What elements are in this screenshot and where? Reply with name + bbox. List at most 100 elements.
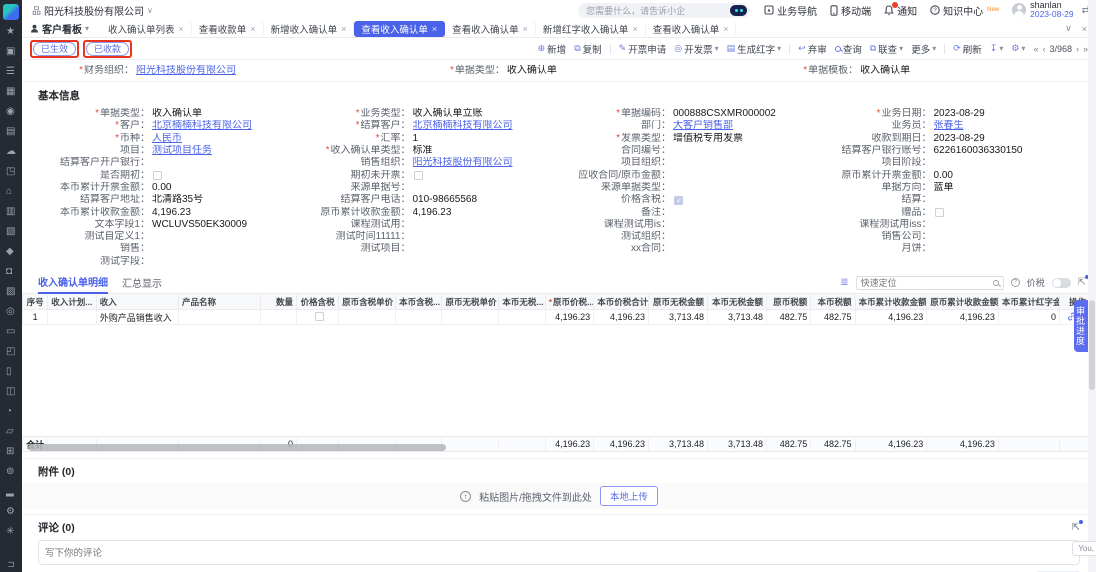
download[interactable]: ↧▾: [990, 43, 1004, 54]
tab-2[interactable]: 查看收款单×: [192, 21, 264, 37]
org-selector[interactable]: 品 阳光科技股份有限公司 ∨: [32, 3, 153, 18]
checkbox[interactable]: [153, 171, 162, 180]
row-checkbox[interactable]: [315, 312, 324, 321]
toolbar-button-弃审[interactable]: ↩弃审: [798, 42, 827, 56]
toolbar-button-联查[interactable]: ⧉联查▾: [870, 42, 903, 56]
field-value-link[interactable]: 测试项目任务: [152, 145, 212, 157]
sidebar-icon-cloud[interactable]: ☁: [6, 142, 16, 162]
column-header[interactable]: 本币含税...: [396, 294, 442, 310]
column-header[interactable]: 原币无税金额: [649, 294, 708, 310]
tab-6[interactable]: 新增红字收入确认单×: [536, 21, 646, 37]
tab-3[interactable]: 新增收入确认单×: [264, 21, 355, 37]
tab-close-icon[interactable]: ×: [432, 24, 437, 34]
upload-dropzone[interactable]: ↑ 粘贴图片/拖拽文件到此处 本地上传: [22, 483, 1096, 509]
sidebar-icon-gear[interactable]: ⚙: [6, 502, 16, 522]
tab-close-icon[interactable]: ×: [523, 24, 528, 34]
horizontal-scrollbar[interactable]: [28, 444, 446, 451]
column-header[interactable]: *原币价税...: [545, 294, 593, 310]
sidebar-icon-layers[interactable]: ☰: [6, 62, 16, 82]
assistant-robot-icon[interactable]: [730, 5, 747, 16]
sidebar-icon-asterisk[interactable]: ✳: [6, 522, 16, 542]
page-scrollbar[interactable]: [1088, 0, 1096, 572]
prev-page-icon[interactable]: ‹: [1042, 44, 1045, 54]
help-icon[interactable]: ?: [1011, 278, 1020, 287]
checkbox[interactable]: [674, 196, 683, 205]
field-value-link[interactable]: 阳光科技股份有限公司: [413, 157, 513, 169]
nav-mobile[interactable]: 移动端: [830, 3, 871, 18]
nav-notifications[interactable]: 通知: [884, 3, 917, 18]
sidebar-icon-shield[interactable]: ◆: [6, 242, 16, 262]
field-value-link[interactable]: 北京楠楠科技有限公司: [152, 120, 252, 132]
expand-comments-icon[interactable]: ⇱: [1072, 522, 1080, 533]
sidebar-icon-badge[interactable]: ▯: [6, 362, 16, 382]
sidebar-icon-card[interactable]: ▭: [6, 322, 16, 342]
app-logo-icon[interactable]: [3, 4, 19, 20]
sidebar-icon-bar-chart[interactable]: ▂: [6, 482, 16, 502]
table-row[interactable]: 1外购产品销售收入4,196.234,196.233,713.483,713.4…: [23, 310, 1096, 325]
sidebar-icon-book[interactable]: ▧: [6, 222, 16, 242]
comment-input[interactable]: [38, 540, 1080, 565]
toolbar-button-开发票[interactable]: ◎开发票▾: [674, 42, 718, 56]
price-tax-toggle[interactable]: [1052, 278, 1071, 288]
column-header[interactable]: 收入计划...: [48, 294, 96, 310]
column-header[interactable]: 收入: [96, 294, 178, 310]
sidebar-icon-folder[interactable]: ▣: [6, 42, 16, 62]
board-selector[interactable]: 客户看板 ▾: [30, 21, 89, 36]
global-search-input[interactable]: 您需要什么，请告诉小企: [578, 3, 750, 18]
column-header[interactable]: 本币无税金额: [708, 294, 767, 310]
tabbar-close-icon[interactable]: ×: [1082, 24, 1087, 34]
column-header[interactable]: 原币税额: [767, 294, 811, 310]
toolbar-button-刷新[interactable]: ⟳刷新: [953, 42, 982, 56]
tab-1[interactable]: 收入确认单列表×: [101, 21, 192, 37]
sidebar-icon-briefcase[interactable]: ▥: [6, 202, 16, 222]
next-page-icon[interactable]: ›: [1076, 44, 1079, 54]
first-page-icon[interactable]: «: [1033, 44, 1038, 54]
column-header[interactable]: 原币含税单价: [339, 294, 396, 310]
sidebar-icon-form[interactable]: ▤: [6, 122, 16, 142]
sidebar-icon-dashboard[interactable]: ▦: [6, 82, 16, 102]
checkbox[interactable]: [935, 208, 944, 217]
sidebar-icon-cart[interactable]: ◳: [6, 162, 16, 182]
tab-close-icon[interactable]: ×: [632, 24, 637, 34]
column-header[interactable]: 本币价税合计: [594, 294, 649, 310]
toolbar-button-生成红字[interactable]: ▤生成红字▾: [727, 42, 782, 56]
field-value-link[interactable]: 人民币: [152, 133, 182, 145]
column-header[interactable]: 本币无税...: [499, 294, 545, 310]
sidebar-icon-pie-chart[interactable]: ◔: [6, 402, 16, 422]
sidebar-icon-report[interactable]: ▨: [6, 282, 16, 302]
rail-collapse-icon[interactable]: ⊐: [7, 559, 15, 570]
column-config-icon[interactable]: ≣: [840, 277, 848, 288]
detail-tab-2[interactable]: 汇总显示: [122, 272, 162, 293]
user-avatar[interactable]: [1012, 3, 1026, 17]
column-header[interactable]: 本币累计收款金额: [855, 294, 927, 310]
toolbar-button-开票申请[interactable]: ✎开票申请: [619, 42, 667, 56]
sidebar-icon-gift[interactable]: ◰: [6, 342, 16, 362]
tab-close-icon[interactable]: ×: [723, 24, 728, 34]
toolbar-button-新增[interactable]: ⊕新增: [538, 42, 567, 56]
tabbar-collapse-icon[interactable]: ∨: [1065, 23, 1072, 34]
column-header[interactable]: 序号: [23, 294, 48, 310]
expand-table-icon[interactable]: ⇱: [1078, 277, 1086, 288]
quick-locate-search[interactable]: [856, 276, 1004, 290]
settings[interactable]: ⚙▾: [1011, 43, 1025, 54]
sidebar-icon-save[interactable]: ◫: [6, 382, 16, 402]
detail-tab-1[interactable]: 收入确认单明细: [38, 271, 108, 294]
tab-close-icon[interactable]: ×: [250, 24, 255, 34]
sidebar-icon-globe[interactable]: ⊚: [6, 462, 16, 482]
toolbar-button-更多[interactable]: 更多▾: [911, 42, 936, 56]
field-value-link[interactable]: 大客户销售部: [673, 120, 733, 132]
sidebar-icon-building[interactable]: ⌂: [6, 182, 16, 202]
quick-locate-input[interactable]: [861, 278, 993, 288]
tab-close-icon[interactable]: ×: [179, 24, 184, 34]
nav-business-guide[interactable]: 业务导航: [764, 3, 817, 18]
field-value-link[interactable]: 张春生: [934, 120, 964, 132]
nav-knowledge-center[interactable]: ? 知识中心 New: [930, 3, 999, 18]
tab-close-icon[interactable]: ×: [341, 24, 346, 34]
column-header[interactable]: 本币累计红字金额: [998, 294, 1059, 310]
field-value-link[interactable]: 北京楠楠科技有限公司: [413, 120, 513, 132]
column-header[interactable]: 本币税额: [811, 294, 855, 310]
user-meta[interactable]: shanlan 2023-08-29: [1030, 1, 1073, 19]
tab-5[interactable]: 查看收入确认单×: [445, 21, 536, 37]
column-header[interactable]: 产品名称: [178, 294, 260, 310]
field-value-link[interactable]: 阳光科技股份有限公司: [136, 65, 236, 77]
